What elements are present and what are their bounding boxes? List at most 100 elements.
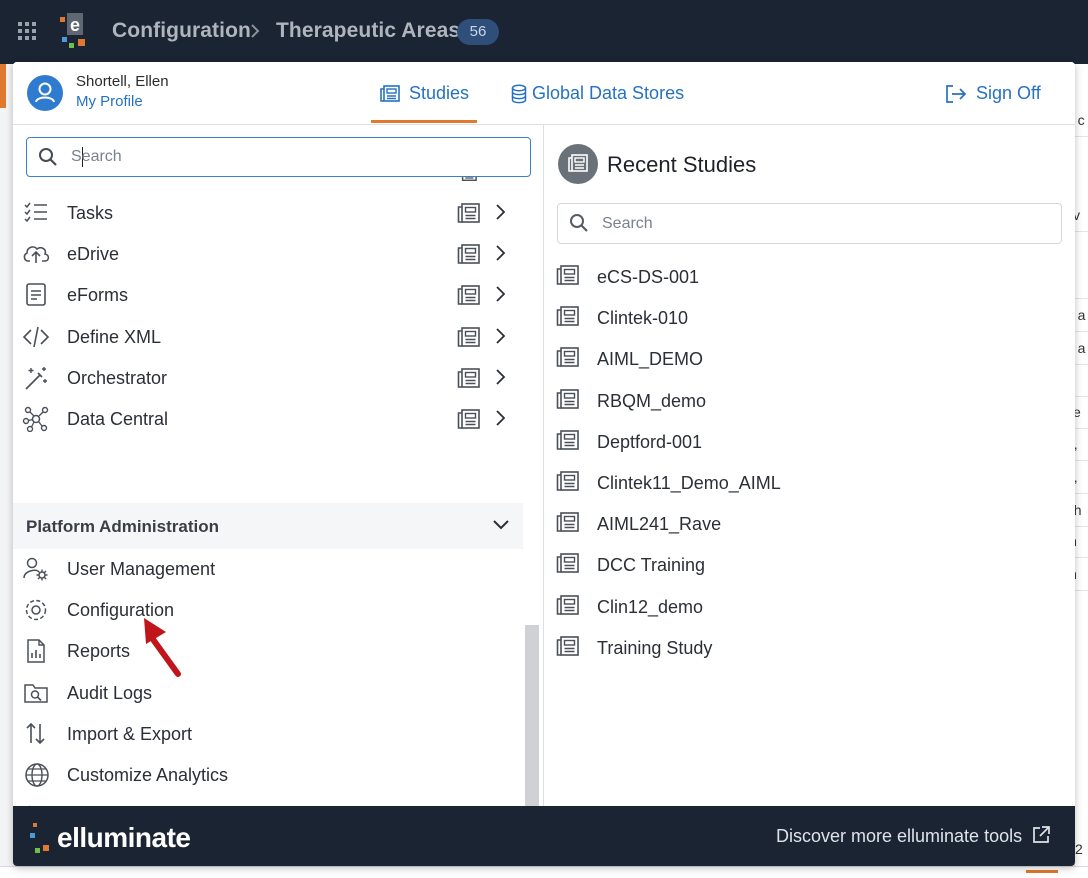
studies-icon[interactable] <box>457 367 481 395</box>
nav-item-tasks[interactable]: Tasks <box>13 796 533 806</box>
menu-search[interactable] <box>26 137 531 177</box>
scrollbar-thumb[interactable] <box>525 625 539 806</box>
sign-off-button[interactable]: Sign Off <box>945 62 1041 125</box>
gear-icon <box>25 599 47 621</box>
nav-item-label: Orchestrator <box>67 367 168 388</box>
nav-item-eforms[interactable]: eForms <box>13 275 533 315</box>
background-accent-bottom <box>1026 870 1058 873</box>
nav-item-label: Audit Logs <box>67 682 153 703</box>
recent-study-item[interactable]: eCS-DS-001 <box>545 258 1065 296</box>
studies-icon[interactable] <box>457 285 481 312</box>
nav-item-edrive[interactable]: eDrive <box>13 234 533 274</box>
studies-icon[interactable] <box>457 326 481 354</box>
elluminate-logo-icon <box>30 823 49 853</box>
background-accent <box>0 64 6 108</box>
elluminate-brand[interactable]: elluminate <box>29 820 191 856</box>
studies-icon <box>556 306 580 333</box>
elluminate-logo-icon[interactable]: e <box>60 13 90 51</box>
nav-item-label: eDrive <box>67 244 120 265</box>
import-export-icon <box>26 722 45 744</box>
recent-study-item[interactable]: Clintek-010 <box>545 299 1065 337</box>
menu-footer: elluminate Discover more elluminate tool… <box>13 806 1075 866</box>
sign-off-label: Sign Off <box>976 83 1041 103</box>
studies-icon <box>556 553 580 580</box>
recent-studies-search[interactable] <box>557 203 1062 244</box>
nav-item-audit-logs[interactable]: Audit Logs <box>13 673 533 713</box>
nav-item-define-xml[interactable]: Define XML <box>13 317 533 357</box>
report-icon <box>27 639 45 664</box>
recent-study-item[interactable]: DCC Training <box>545 546 1065 584</box>
recent-studies-search-input[interactable] <box>600 213 1040 235</box>
menu-search-input[interactable] <box>69 146 509 168</box>
studies-icon <box>556 388 580 416</box>
chevron-right-icon[interactable] <box>493 408 507 428</box>
count-badge: 56 <box>457 19 499 45</box>
tasks-icon <box>24 202 47 223</box>
chevron-right-icon[interactable] <box>493 202 507 222</box>
nav-item-label: Define XML <box>67 326 162 347</box>
magic-wand-icon <box>25 366 47 390</box>
chevron-right-icon[interactable] <box>493 243 507 263</box>
search-icon <box>39 148 57 166</box>
nav-item-customize-analytics[interactable]: Customize Analytics <box>13 755 533 795</box>
external-link-icon[interactable] <box>1031 825 1051 845</box>
study-name: Clintek-010 <box>597 308 689 329</box>
nav-item-tasks[interactable]: Tasks <box>13 193 533 233</box>
recent-studies-panel: Recent Studies eCS-DS-001 Clintek-010 AIML… <box>545 125 1075 806</box>
recent-study-item[interactable]: Clin12_demo <box>545 588 1065 626</box>
tab-global-data-stores[interactable]: Global Data Stores <box>511 62 684 125</box>
studies-icon <box>556 429 580 457</box>
studies-icon[interactable] <box>457 203 481 230</box>
platform-administration-section[interactable]: Platform Administration <box>13 503 523 549</box>
user-name: Shortell, Ellen <box>76 73 169 90</box>
network-icon <box>22 406 49 432</box>
breadcrumb-configuration[interactable]: Configuration <box>112 19 251 43</box>
tab-studies[interactable]: Studies <box>380 62 469 125</box>
discover-tools-link[interactable]: Discover more elluminate tools <box>776 826 1022 847</box>
recent-study-item[interactable]: Clintek11_Demo_AIML <box>545 464 1065 502</box>
user-gear-icon <box>23 557 48 581</box>
nav-item-user-management[interactable]: User Management <box>13 549 533 589</box>
navigation-menu: Tasks eDrive eForms Define XML Orchestrator D… <box>13 125 544 806</box>
nav-item-configuration[interactable]: Configuration <box>13 590 533 630</box>
nav-item-reports[interactable]: Reports <box>13 631 533 671</box>
chevron-right-icon[interactable] <box>493 284 507 304</box>
recent-study-item[interactable]: AIML_DEMO <box>545 340 1065 378</box>
studies-icon <box>556 635 580 663</box>
nav-item-data-central[interactable]: Data Central <box>13 399 533 439</box>
studies-icon <box>556 471 580 498</box>
recent-study-item[interactable]: RBQM_demo <box>545 382 1065 420</box>
background-text-fragment: 2 <box>1075 841 1083 857</box>
studies-icon <box>380 84 400 102</box>
svg-text:e: e <box>70 15 80 35</box>
nav-item-orchestrator[interactable]: Orchestrator <box>13 358 533 398</box>
avatar[interactable] <box>27 75 63 111</box>
study-name: AIML241_Rave <box>597 514 722 535</box>
studies-icon[interactable] <box>457 409 481 436</box>
chevron-right-icon[interactable] <box>493 367 507 387</box>
apps-grid-icon[interactable] <box>18 22 36 40</box>
sign-out-icon <box>946 84 967 103</box>
app-menu-panel: Shortell, Ellen My Profile Studies Globa… <box>13 62 1075 866</box>
studies-icon[interactable] <box>457 244 481 271</box>
brand-name: elluminate <box>57 822 191 853</box>
studies-icon <box>556 265 580 292</box>
nav-item-label: User Management <box>67 559 216 579</box>
form-icon <box>26 283 46 307</box>
studies-icon <box>556 347 580 374</box>
recent-study-item[interactable]: Deptford-001 <box>545 423 1065 461</box>
nav-item-label: Data Central <box>67 409 169 429</box>
nav-item-label: eForms <box>67 285 129 306</box>
study-name: Training Study <box>597 637 713 658</box>
chevron-right-icon[interactable] <box>493 326 507 346</box>
user-icon <box>35 82 55 103</box>
recent-study-item[interactable]: AIML241_Rave <box>545 505 1065 543</box>
my-profile-link[interactable]: My Profile <box>76 93 143 110</box>
studies-icon <box>459 177 477 183</box>
chevron-down-icon[interactable] <box>491 517 511 531</box>
recent-study-item[interactable]: Training Study <box>545 629 1065 667</box>
nav-item-import-export[interactable]: Import & Export <box>13 714 533 754</box>
tab-studies-label: Studies <box>409 83 470 103</box>
nav-item-label: Reports <box>67 641 131 662</box>
database-icon <box>511 83 527 103</box>
